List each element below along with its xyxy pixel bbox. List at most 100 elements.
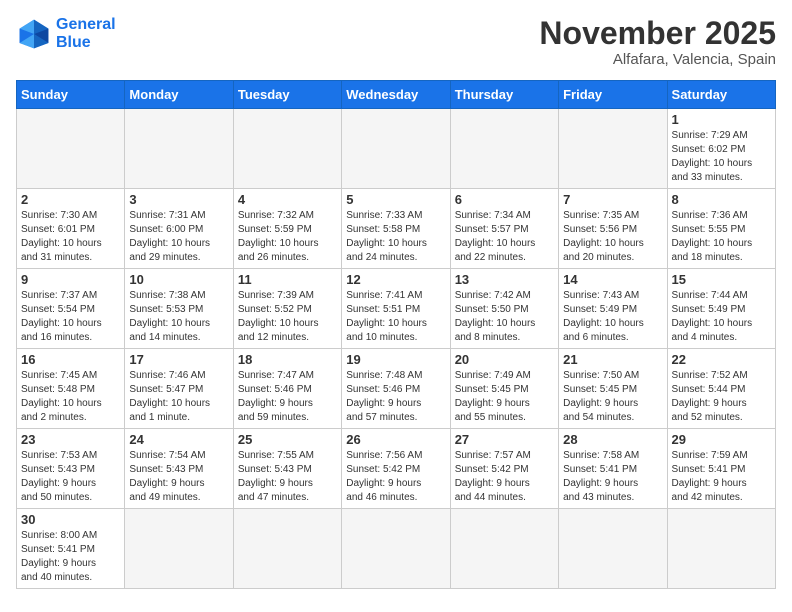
- day-number: 26: [346, 432, 445, 447]
- day-number: 25: [238, 432, 337, 447]
- day-number: 7: [563, 192, 662, 207]
- calendar-cell: 29 Sunrise: 7:59 AM Sunset: 5:41 PM Dayli…: [667, 429, 775, 509]
- day-info: Sunrise: 7:57 AM Sunset: 5:42 PM Dayligh…: [455, 449, 554, 505]
- calendar-cell: 7 Sunrise: 7:35 AM Sunset: 5:56 PM Daylig…: [559, 189, 667, 269]
- calendar-week-1: 1 Sunrise: 7:29 AM Sunset: 6:02 PM Daylig…: [17, 109, 776, 189]
- day-info: Sunrise: 7:31 AM Sunset: 6:00 PM Dayligh…: [129, 209, 228, 265]
- title-block: November 2025 Alfafara, Valencia, Spain: [539, 16, 776, 68]
- day-info: Sunrise: 7:30 AM Sunset: 6:01 PM Dayligh…: [21, 209, 120, 265]
- day-number: 1: [672, 112, 771, 127]
- calendar-cell: 3 Sunrise: 7:31 AM Sunset: 6:00 PM Daylig…: [125, 189, 233, 269]
- calendar-cell: 13 Sunrise: 7:42 AM Sunset: 5:50 PM Dayli…: [450, 269, 558, 349]
- header-day-sunday: Sunday: [17, 81, 125, 109]
- calendar-cell: 16 Sunrise: 7:45 AM Sunset: 5:48 PM Dayli…: [17, 349, 125, 429]
- header-day-wednesday: Wednesday: [342, 81, 450, 109]
- day-info: Sunrise: 7:59 AM Sunset: 5:41 PM Dayligh…: [672, 449, 771, 505]
- day-info: Sunrise: 7:35 AM Sunset: 5:56 PM Dayligh…: [563, 209, 662, 265]
- day-number: 2: [21, 192, 120, 207]
- logo: General Blue: [16, 16, 116, 52]
- day-info: Sunrise: 8:00 AM Sunset: 5:41 PM Dayligh…: [21, 529, 120, 585]
- calendar-cell: 11 Sunrise: 7:39 AM Sunset: 5:52 PM Dayli…: [233, 269, 341, 349]
- day-number: 10: [129, 272, 228, 287]
- calendar-cell: 27Sunrise: 7:57 AM Sunset: 5:42 PM Dayli…: [450, 429, 558, 509]
- calendar-cell: 1 Sunrise: 7:29 AM Sunset: 6:02 PM Daylig…: [667, 109, 775, 189]
- logo-text: General Blue: [56, 16, 116, 51]
- day-info: Sunrise: 7:50 AM Sunset: 5:45 PM Dayligh…: [563, 369, 662, 425]
- day-info: Sunrise: 7:37 AM Sunset: 5:54 PM Dayligh…: [21, 289, 120, 345]
- calendar-cell: [342, 509, 450, 589]
- day-info: Sunrise: 7:45 AM Sunset: 5:48 PM Dayligh…: [21, 369, 120, 425]
- day-info: Sunrise: 7:43 AM Sunset: 5:49 PM Dayligh…: [563, 289, 662, 345]
- day-info: Sunrise: 7:44 AM Sunset: 5:49 PM Dayligh…: [672, 289, 771, 345]
- day-info: Sunrise: 7:42 AM Sunset: 5:50 PM Dayligh…: [455, 289, 554, 345]
- day-info: Sunrise: 7:55 AM Sunset: 5:43 PM Dayligh…: [238, 449, 337, 505]
- day-number: 14: [563, 272, 662, 287]
- calendar-cell: [125, 509, 233, 589]
- calendar-cell: 6 Sunrise: 7:34 AM Sunset: 5:57 PM Daylig…: [450, 189, 558, 269]
- calendar-cell: [450, 109, 558, 189]
- day-number: 9: [21, 272, 120, 287]
- day-info: Sunrise: 7:39 AM Sunset: 5:52 PM Dayligh…: [238, 289, 337, 345]
- calendar-cell: 2 Sunrise: 7:30 AM Sunset: 6:01 PM Daylig…: [17, 189, 125, 269]
- day-info: Sunrise: 7:58 AM Sunset: 5:41 PM Dayligh…: [563, 449, 662, 505]
- calendar-cell: [233, 109, 341, 189]
- calendar-cell: 14 Sunrise: 7:43 AM Sunset: 5:49 PM Dayli…: [559, 269, 667, 349]
- day-number: 19: [346, 352, 445, 367]
- calendar-cell: 30Sunrise: 8:00 AM Sunset: 5:41 PM Dayli…: [17, 509, 125, 589]
- day-info: Sunrise: 7:53 AM Sunset: 5:43 PM Dayligh…: [21, 449, 120, 505]
- day-info: Sunrise: 7:47 AM Sunset: 5:46 PM Dayligh…: [238, 369, 337, 425]
- day-info: Sunrise: 7:49 AM Sunset: 5:45 PM Dayligh…: [455, 369, 554, 425]
- day-number: 20: [455, 352, 554, 367]
- calendar-week-4: 16 Sunrise: 7:45 AM Sunset: 5:48 PM Dayli…: [17, 349, 776, 429]
- day-info: Sunrise: 7:54 AM Sunset: 5:43 PM Dayligh…: [129, 449, 228, 505]
- day-info: Sunrise: 7:34 AM Sunset: 5:57 PM Dayligh…: [455, 209, 554, 265]
- day-number: 12: [346, 272, 445, 287]
- day-info: Sunrise: 7:41 AM Sunset: 5:51 PM Dayligh…: [346, 289, 445, 345]
- calendar-cell: 12 Sunrise: 7:41 AM Sunset: 5:51 PM Dayli…: [342, 269, 450, 349]
- day-info: Sunrise: 7:38 AM Sunset: 5:53 PM Dayligh…: [129, 289, 228, 345]
- day-number: 13: [455, 272, 554, 287]
- day-number: 6: [455, 192, 554, 207]
- calendar-cell: 17 Sunrise: 7:46 AM Sunset: 5:47 PM Dayli…: [125, 349, 233, 429]
- calendar-week-5: 23 Sunrise: 7:53 AM Sunset: 5:43 PM Dayli…: [17, 429, 776, 509]
- day-number: 22: [672, 352, 771, 367]
- day-number: 17: [129, 352, 228, 367]
- day-number: 11: [238, 272, 337, 287]
- calendar-cell: [342, 109, 450, 189]
- calendar-week-2: 2 Sunrise: 7:30 AM Sunset: 6:01 PM Daylig…: [17, 189, 776, 269]
- day-info: Sunrise: 7:46 AM Sunset: 5:47 PM Dayligh…: [129, 369, 228, 425]
- day-number: 4: [238, 192, 337, 207]
- day-number: 5: [346, 192, 445, 207]
- header-day-tuesday: Tuesday: [233, 81, 341, 109]
- calendar-cell: 25 Sunrise: 7:55 AM Sunset: 5:43 PM Dayli…: [233, 429, 341, 509]
- header-day-thursday: Thursday: [450, 81, 558, 109]
- day-info: Sunrise: 7:52 AM Sunset: 5:44 PM Dayligh…: [672, 369, 771, 425]
- month-title: November 2025: [539, 16, 776, 51]
- calendar-cell: [17, 109, 125, 189]
- subtitle: Alfafara, Valencia, Spain: [539, 51, 776, 68]
- day-number: 3: [129, 192, 228, 207]
- calendar-cell: 23 Sunrise: 7:53 AM Sunset: 5:43 PM Dayli…: [17, 429, 125, 509]
- day-info: Sunrise: 7:33 AM Sunset: 5:58 PM Dayligh…: [346, 209, 445, 265]
- day-number: 29: [672, 432, 771, 447]
- calendar-week-6: 30Sunrise: 8:00 AM Sunset: 5:41 PM Dayli…: [17, 509, 776, 589]
- calendar-week-3: 9 Sunrise: 7:37 AM Sunset: 5:54 PM Daylig…: [17, 269, 776, 349]
- day-info: Sunrise: 7:32 AM Sunset: 5:59 PM Dayligh…: [238, 209, 337, 265]
- day-info: Sunrise: 7:36 AM Sunset: 5:55 PM Dayligh…: [672, 209, 771, 265]
- calendar-cell: 4 Sunrise: 7:32 AM Sunset: 5:59 PM Daylig…: [233, 189, 341, 269]
- day-info: Sunrise: 7:29 AM Sunset: 6:02 PM Dayligh…: [672, 129, 771, 185]
- calendar-cell: 22 Sunrise: 7:52 AM Sunset: 5:44 PM Dayli…: [667, 349, 775, 429]
- calendar-cell: 28 Sunrise: 7:58 AM Sunset: 5:41 PM Dayli…: [559, 429, 667, 509]
- day-info: Sunrise: 7:56 AM Sunset: 5:42 PM Dayligh…: [346, 449, 445, 505]
- day-number: 16: [21, 352, 120, 367]
- day-number: 24: [129, 432, 228, 447]
- header-day-saturday: Saturday: [667, 81, 775, 109]
- logo-icon: [16, 16, 52, 52]
- calendar-cell: [125, 109, 233, 189]
- calendar-cell: 20 Sunrise: 7:49 AM Sunset: 5:45 PM Dayli…: [450, 349, 558, 429]
- header-day-monday: Monday: [125, 81, 233, 109]
- day-number: 23: [21, 432, 120, 447]
- day-number: 28: [563, 432, 662, 447]
- calendar-cell: 15Sunrise: 7:44 AM Sunset: 5:49 PM Dayli…: [667, 269, 775, 349]
- day-number: 18: [238, 352, 337, 367]
